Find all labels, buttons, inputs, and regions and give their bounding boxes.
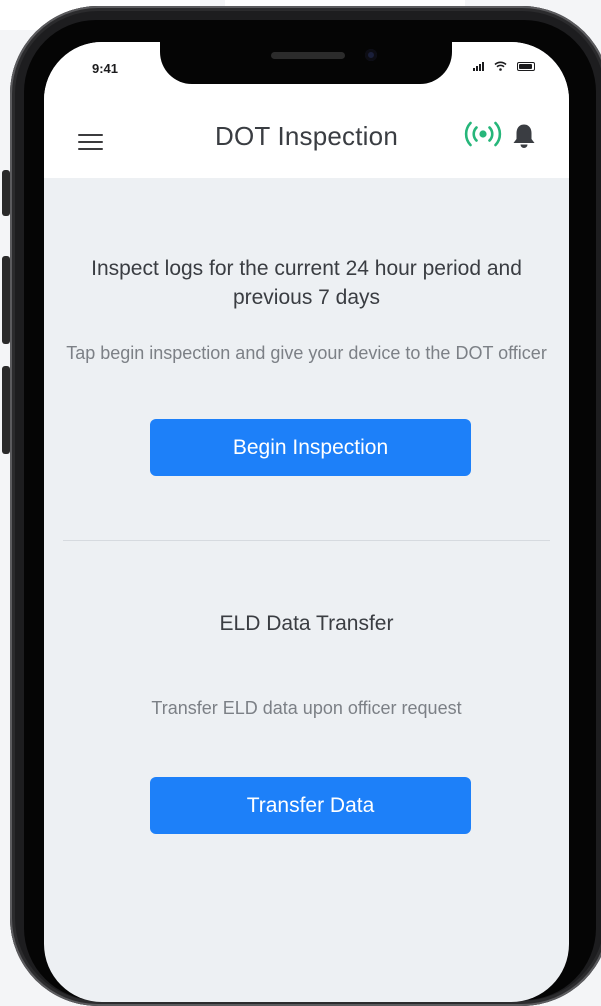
mute-switch [2,170,10,216]
broadcast-icon[interactable] [464,121,502,147]
eld-transfer-description: Transfer ELD data upon officer request [151,698,462,718]
status-icons [473,61,535,72]
phone-screen: 9:41 DOT Inspection Inspect logs for the… [44,42,569,1002]
inspection-headline: Inspect logs for the current 24 hour per… [91,257,522,309]
bell-icon[interactable] [512,123,536,149]
notch [160,42,452,84]
camera-icon [365,49,377,61]
battery-icon [517,62,535,71]
volume-up-button [2,256,10,344]
eld-transfer-title: ELD Data Transfer [219,612,394,635]
transfer-data-button[interactable]: Transfer Data [150,777,471,834]
volume-down-button [2,366,10,454]
wifi-icon [494,61,507,72]
section-divider [63,540,550,541]
speaker-grille [271,52,345,59]
inspection-instructions: Tap begin inspection and give your devic… [66,343,547,363]
signal-icon [473,62,484,71]
app-header: DOT Inspection [44,88,569,178]
begin-inspection-button[interactable]: Begin Inspection [150,419,471,476]
status-time: 9:41 [92,61,119,76]
